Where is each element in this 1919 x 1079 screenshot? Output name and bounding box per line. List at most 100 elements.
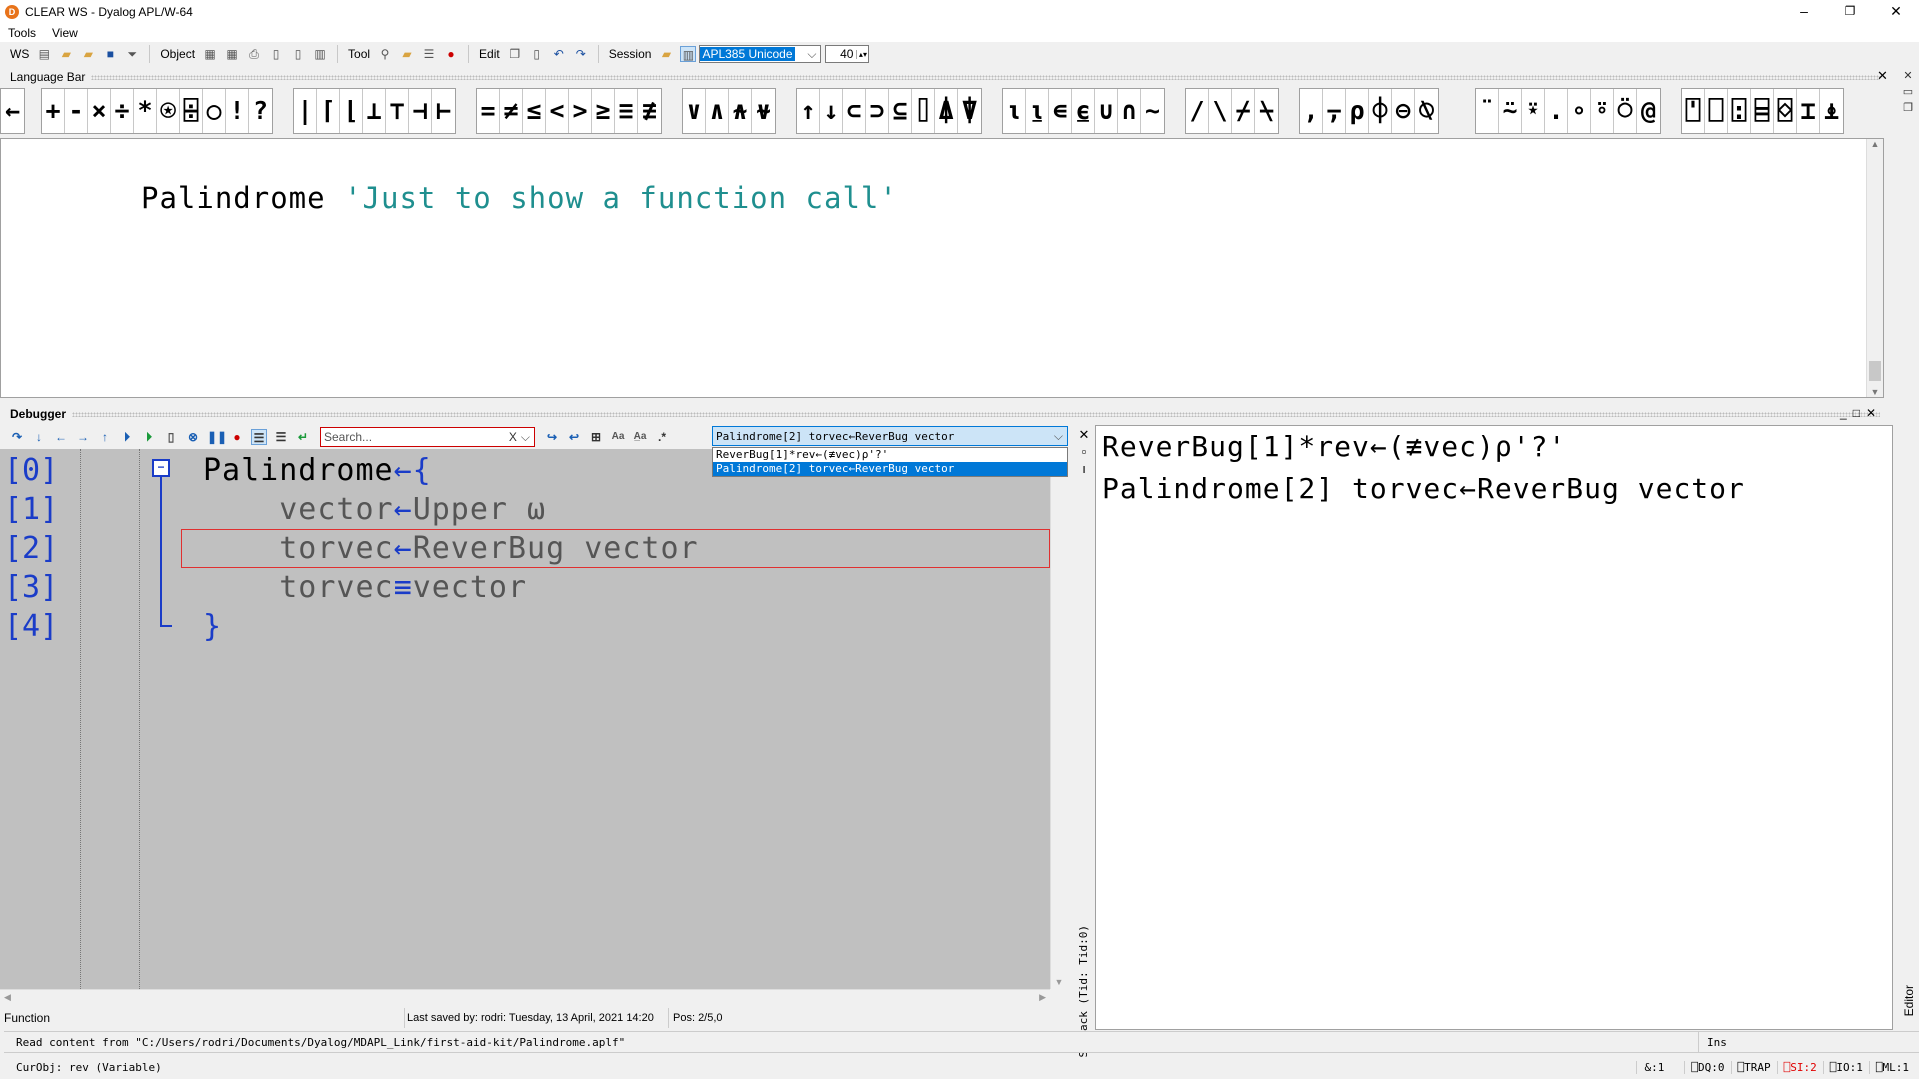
- step-into-icon[interactable]: ↓: [31, 429, 47, 445]
- menu-view[interactable]: View: [44, 26, 86, 40]
- redo-icon[interactable]: ↷: [573, 46, 589, 62]
- pause-icon[interactable]: ❚❚: [207, 429, 227, 445]
- glyph-button[interactable]: ⍨: [1499, 89, 1522, 133]
- font-select[interactable]: APL385 Unicode ⌵: [699, 45, 822, 63]
- glyph-button[interactable]: ⍋: [935, 89, 958, 133]
- code-vscrollbar[interactable]: ▼: [1050, 449, 1067, 989]
- glyph-button[interactable]: ⍲: [729, 89, 752, 133]
- find-prev-icon[interactable]: ↩: [566, 429, 582, 445]
- font-size-stepper[interactable]: 40 ▴▾: [825, 45, 870, 63]
- glyph-button[interactable]: ?: [249, 89, 272, 133]
- continue-icon[interactable]: ⏵: [119, 429, 135, 445]
- glyph-button[interactable]: ∧: [706, 89, 729, 133]
- stop-icon[interactable]: ⊗: [185, 429, 201, 445]
- code-hscrollbar[interactable]: ◀ ▶: [0, 989, 1050, 1006]
- glyph-button[interactable]: ⍳: [1003, 89, 1026, 133]
- grid-lock-icon[interactable]: ▦: [224, 46, 240, 62]
- explorer-icon[interactable]: ▰: [399, 46, 415, 62]
- glyph-button[interactable]: ∨: [683, 89, 706, 133]
- spinner-icon[interactable]: ▴▾: [856, 49, 868, 59]
- line-numbers-icon[interactable]: ☰: [251, 429, 267, 445]
- glyph-button[interactable]: ↓: [820, 89, 843, 133]
- search-input[interactable]: Search... X ⌵: [320, 427, 535, 447]
- code-line[interactable]: }: [203, 609, 222, 644]
- glyph-button[interactable]: ⍀: [1255, 89, 1278, 133]
- search-icon[interactable]: ⚲: [377, 46, 393, 62]
- glyph-button[interactable]: +: [42, 89, 65, 133]
- stack-line[interactable]: ReverBug[1]*rev←(≢vec)⍴'?': [1102, 430, 1566, 463]
- close-icon[interactable]: ✕: [1076, 426, 1092, 443]
- threads-icon[interactable]: ●: [443, 46, 459, 62]
- line-number[interactable]: [1]: [4, 492, 58, 527]
- glyph-button[interactable]: ∊: [1049, 89, 1072, 133]
- glyph-button[interactable]: ¨: [1476, 89, 1499, 133]
- glyph-button[interactable]: <: [546, 89, 569, 133]
- whole-word-icon[interactable]: A̲a: [632, 429, 648, 445]
- maximize-button[interactable]: ❐: [1827, 0, 1873, 24]
- copy-ws-icon[interactable]: ▰: [80, 46, 96, 62]
- glyph-button[interactable]: ⌶: [1797, 89, 1820, 133]
- grid-icon[interactable]: ▦: [202, 46, 218, 62]
- glyph-button[interactable]: ≤: [523, 89, 546, 133]
- search-clear-button[interactable]: X: [509, 430, 517, 444]
- match-case-icon[interactable]: Aa: [610, 429, 626, 445]
- glyph-button[interactable]: ⍷: [1072, 89, 1095, 133]
- glyph-button[interactable]: ⌺: [1774, 89, 1797, 133]
- glyph-button[interactable]: ⍴: [1346, 89, 1369, 133]
- filter-icon[interactable]: ⏷: [124, 46, 140, 62]
- glyph-button[interactable]: >: [569, 89, 592, 133]
- glyph-button[interactable]: =: [477, 89, 500, 133]
- sistack-window[interactable]: ReverBug[1]*rev←(≢vec)⍴'?' Palindrome[2]…: [1095, 425, 1893, 1030]
- glyph-button[interactable]: ⊥: [363, 89, 386, 133]
- maximize-icon[interactable]: □: [1853, 406, 1866, 420]
- code-line[interactable]: vector←Upper ⍵: [203, 492, 546, 527]
- glyph-button[interactable]: ⍪: [1323, 89, 1346, 133]
- glyph-button[interactable]: ∪: [1095, 89, 1118, 133]
- code-line[interactable]: Palindrome←{: [203, 453, 432, 488]
- find-next-icon[interactable]: ↪: [544, 429, 560, 445]
- glyph-button[interactable]: ⌊: [340, 89, 363, 133]
- glyph-button[interactable]: ⊖: [1392, 89, 1415, 133]
- glyph-button[interactable]: ×: [88, 89, 111, 133]
- fold-toggle-button[interactable]: −: [152, 459, 170, 477]
- glyph-button[interactable]: ⌸: [1751, 89, 1774, 133]
- step-over-icon[interactable]: ↷: [9, 429, 25, 445]
- glyph-button[interactable]: ○: [203, 89, 226, 133]
- glyph-button[interactable]: ⍱: [752, 89, 775, 133]
- session-scrollbar[interactable]: ▲ ▼: [1866, 139, 1883, 397]
- session-window[interactable]: Palindrome 'Just to show a function call…: [0, 138, 1884, 398]
- print-icon[interactable]: ⎙: [246, 46, 262, 62]
- editor-tab[interactable]: Editor: [1902, 985, 1916, 1016]
- glyph-button[interactable]: ⌈: [317, 89, 340, 133]
- close-icon[interactable]: ✕: [1897, 68, 1919, 84]
- edit-object-icon[interactable]: ▯: [268, 46, 284, 62]
- session-folder-icon[interactable]: ▰: [658, 46, 674, 62]
- glyph-button[interactable]: ≠: [500, 89, 523, 133]
- copy-icon[interactable]: ❐: [507, 46, 523, 62]
- font-icon[interactable]: ▥: [680, 46, 697, 62]
- glyph-button[interactable]: ~: [1141, 89, 1164, 133]
- stack-select[interactable]: Palindrome[2] torvec←ReverBug vector ⌵: [712, 426, 1068, 446]
- close-button[interactable]: ✕: [1873, 0, 1919, 24]
- close-icon[interactable]: ✕: [1866, 406, 1882, 420]
- glyph-button[interactable]: ⍸: [1026, 89, 1049, 133]
- stack-line[interactable]: Palindrome[2] torvec←ReverBug vector: [1102, 472, 1745, 505]
- toggle-grid-icon[interactable]: ⊞: [588, 429, 604, 445]
- regex-icon[interactable]: .*: [654, 429, 670, 445]
- glyph-button[interactable]: @: [1637, 89, 1660, 133]
- glyph-button[interactable]: ∩: [1118, 89, 1141, 133]
- paste-icon[interactable]: ▯: [529, 46, 545, 62]
- return-icon[interactable]: ↵: [295, 429, 311, 445]
- save-icon[interactable]: ■: [102, 46, 118, 62]
- clear-ws-icon[interactable]: ▤: [36, 46, 52, 62]
- code-line[interactable]: torvec←ReverBug vector: [203, 531, 699, 566]
- chart-icon[interactable]: ▥: [312, 46, 328, 62]
- list-icon[interactable]: ☰: [421, 46, 437, 62]
- glyph-button[interactable]: |: [294, 89, 317, 133]
- glyph-button[interactable]: ⎕: [1705, 89, 1728, 133]
- glyph-button[interactable]: !: [226, 89, 249, 133]
- glyph-button[interactable]: ⍠: [1728, 89, 1751, 133]
- language-bar-close-icon[interactable]: ✕: [1877, 68, 1888, 84]
- glyph-button[interactable]: ⍎: [1820, 89, 1843, 133]
- glyph-button[interactable]: ⌹: [180, 89, 203, 133]
